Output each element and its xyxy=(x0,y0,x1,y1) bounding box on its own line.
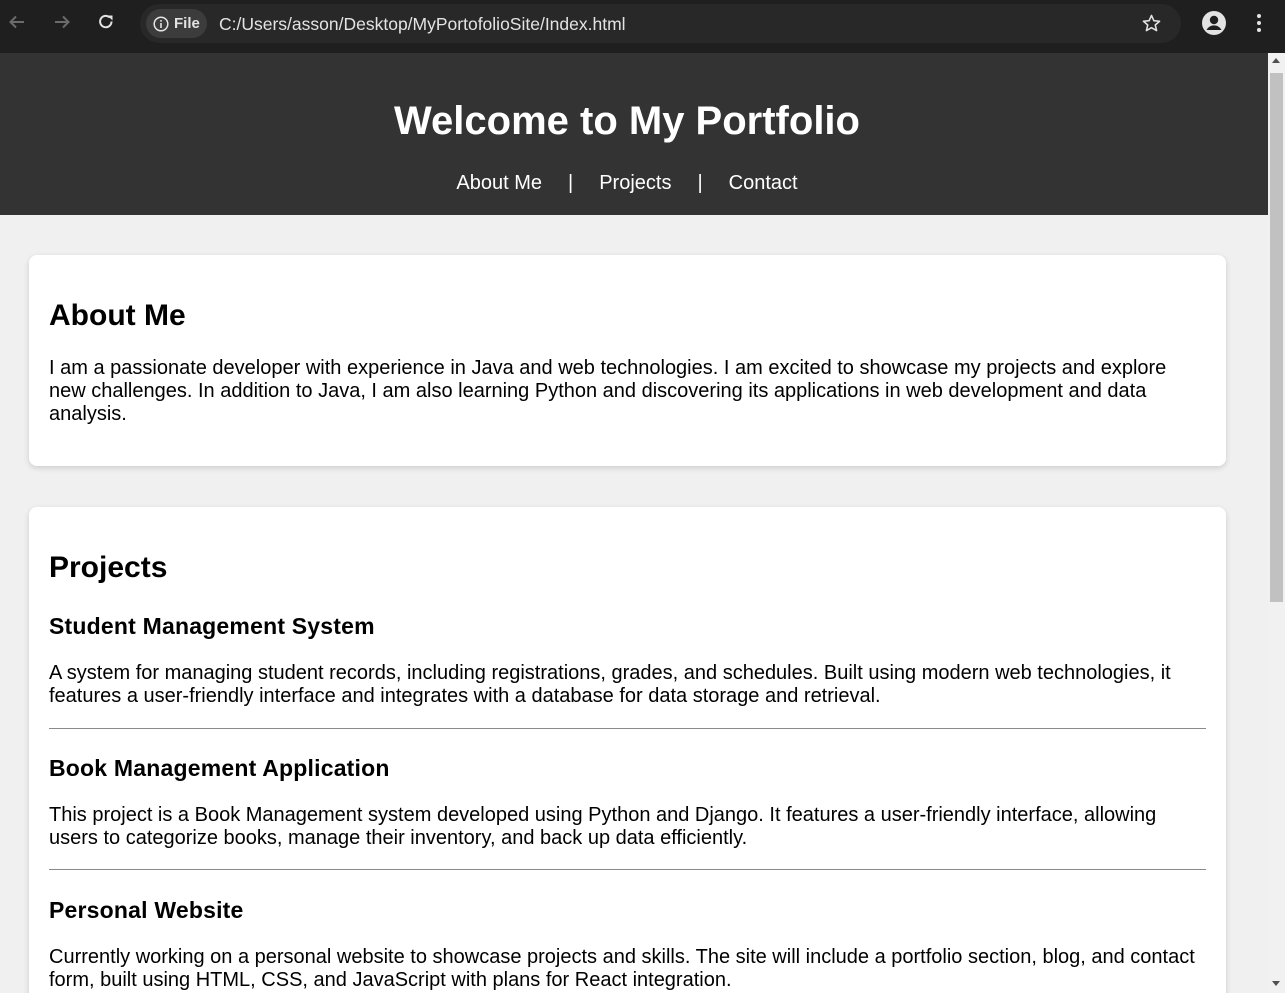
project-title: Book Management Application xyxy=(49,755,390,781)
nav-link-about[interactable]: About Me xyxy=(456,172,542,195)
about-section: About Me I am a passionate developer wit… xyxy=(29,255,1226,466)
scroll-up-arrow-icon[interactable] xyxy=(1272,58,1280,63)
project-description: Currently working on a personal website … xyxy=(49,946,1195,991)
profile-icon[interactable] xyxy=(1201,10,1227,36)
project-title: Student Management System xyxy=(49,613,375,639)
projects-section: Projects Student Management System A sys… xyxy=(29,507,1226,993)
url-text[interactable]: C:/Users/asson/Desktop/MyPortofolioSite/… xyxy=(219,14,626,35)
site-header: Welcome to My Portfolio About Me | Proje… xyxy=(0,53,1268,215)
page-viewport: Welcome to My Portfolio About Me | Proje… xyxy=(0,53,1268,993)
address-bar[interactable]: File C:/Users/asson/Desktop/MyPortofolio… xyxy=(140,4,1181,43)
forward-arrow-icon[interactable] xyxy=(51,11,73,33)
info-icon xyxy=(153,15,169,32)
nav-link-projects[interactable]: Projects xyxy=(599,172,671,195)
nav-link-contact[interactable]: Contact xyxy=(729,172,798,195)
nav-separator: | xyxy=(568,172,574,194)
page-title: Welcome to My Portfolio xyxy=(394,99,860,143)
back-arrow-icon[interactable] xyxy=(6,11,28,33)
about-heading: About Me xyxy=(49,299,186,332)
scroll-down-arrow-icon[interactable] xyxy=(1272,981,1280,986)
project-divider xyxy=(49,728,1206,729)
site-nav: About Me | Projects | Contact xyxy=(0,172,1254,195)
projects-heading: Projects xyxy=(49,551,168,584)
site-chip-label: File xyxy=(174,15,200,32)
project-description: A system for managing student records, i… xyxy=(49,662,1171,707)
vertical-scrollbar[interactable] xyxy=(1268,53,1285,993)
star-icon[interactable] xyxy=(1141,13,1162,34)
project-description: This project is a Book Management system… xyxy=(49,804,1157,849)
project-title: Personal Website xyxy=(49,897,244,923)
about-text: I am a passionate developer with experie… xyxy=(49,357,1167,425)
site-info-chip[interactable]: File xyxy=(146,9,207,38)
nav-separator: | xyxy=(697,172,703,194)
project-divider xyxy=(49,869,1206,870)
reload-icon[interactable] xyxy=(95,11,117,33)
browser-toolbar: File C:/Users/asson/Desktop/MyPortofolio… xyxy=(0,0,1285,53)
scroll-thumb[interactable] xyxy=(1270,73,1283,602)
kebab-menu-icon[interactable] xyxy=(1250,11,1268,35)
